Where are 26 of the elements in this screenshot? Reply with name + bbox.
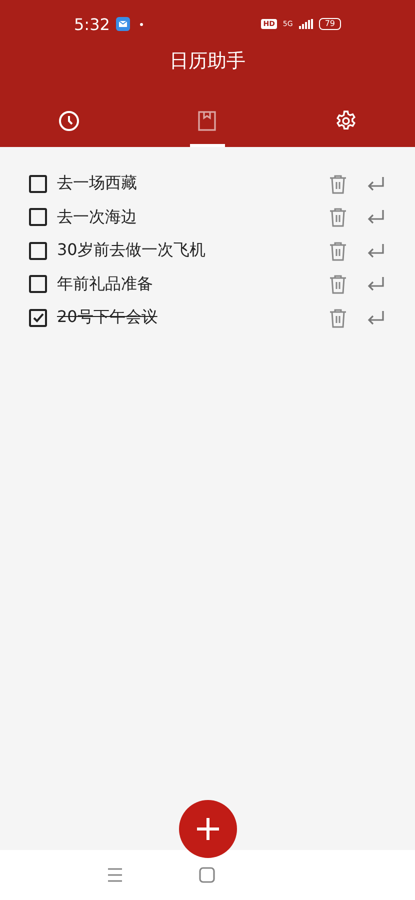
checkbox[interactable] — [29, 275, 47, 294]
mail-icon — [116, 17, 130, 31]
battery-level: 79 — [318, 18, 341, 30]
app-title: 日历助手 — [168, 49, 246, 74]
menu-icon[interactable] — [106, 866, 124, 884]
todo-text: 去一次海边 — [57, 206, 138, 228]
signal-icon — [298, 19, 313, 29]
todo-text: 年前礼品准备 — [57, 274, 154, 295]
clock-icon — [57, 109, 82, 133]
delete-icon[interactable] — [327, 172, 349, 195]
todo-text: 20号下午会议 — [57, 307, 158, 328]
home-icon[interactable] — [198, 866, 216, 884]
checkbox[interactable] — [29, 174, 47, 193]
delete-icon[interactable] — [327, 240, 349, 262]
delete-icon[interactable] — [327, 306, 349, 329]
check-icon — [32, 311, 44, 324]
todo-text: 去一场西藏 — [57, 173, 138, 194]
checkbox[interactable] — [29, 208, 47, 226]
delete-icon[interactable] — [327, 206, 349, 228]
todo-text: 30岁前去做一次飞机 — [57, 240, 206, 262]
status-time: 5:32 — [74, 14, 110, 34]
delete-icon[interactable] — [327, 273, 349, 296]
checkbox[interactable] — [29, 242, 47, 260]
notification-dot — [140, 22, 143, 26]
plus-icon — [194, 816, 220, 842]
checkbox[interactable] — [29, 308, 47, 327]
